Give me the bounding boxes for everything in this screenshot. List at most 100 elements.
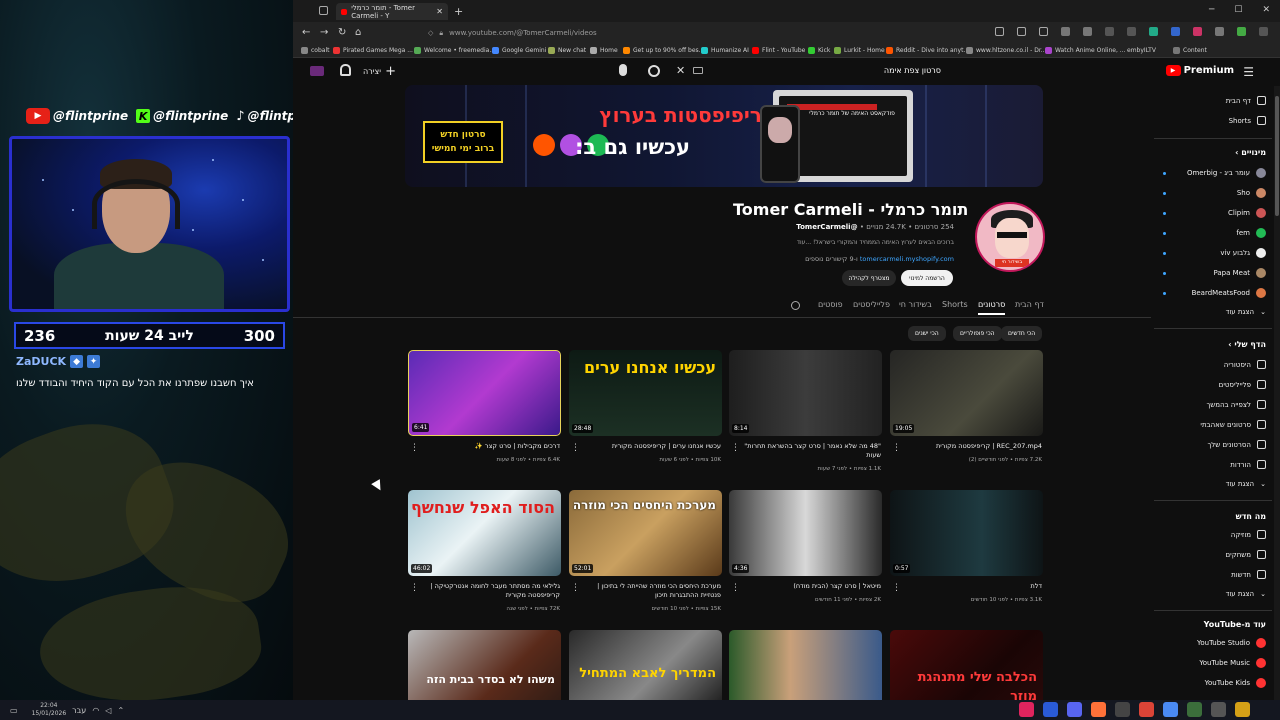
bookmark[interactable]: Watch Anime Online, ... xyxy=(1045,47,1126,54)
video-thumbnail[interactable]: 4:36 xyxy=(729,490,882,576)
home-icon[interactable]: ⌂ xyxy=(355,27,361,38)
you-heading[interactable]: הדף שלי › xyxy=(1228,340,1266,349)
chevron-up-icon[interactable]: ⌃ xyxy=(117,706,124,715)
more-options-icon[interactable]: ⋮ xyxy=(731,443,740,453)
video-card[interactable]: 19:05 ⋮ REC_207.mp4 | קריפיפסטה מקורית 7… xyxy=(890,350,1043,463)
search-input[interactable]: ✕ סרטון צפת אימה xyxy=(671,64,961,80)
tab-playlists[interactable]: פלייליסטים xyxy=(853,300,890,309)
video-title[interactable]: מערכת היחסים הכי מוזרה שהייתה לי בתיכון … xyxy=(581,582,721,600)
video-title[interactable]: עכשיו אנחנו ערים | קריפיפסטה מקורית xyxy=(581,442,721,451)
video-title[interactable]: דרכים מקבילות | סרט קצר ✨ xyxy=(420,442,560,451)
bookmark[interactable]: cobalt xyxy=(301,47,329,54)
clock[interactable]: 22:04 15/01/2026 xyxy=(32,702,67,718)
app-icon[interactable] xyxy=(1043,702,1058,717)
more-options-icon[interactable]: ⋮ xyxy=(892,443,901,453)
tab-shorts[interactable]: Shorts xyxy=(942,300,968,309)
sidebar-sub[interactable]: Sho xyxy=(1237,188,1266,198)
sidebar-item-liked[interactable]: סרטונים שאהבתי xyxy=(1200,420,1266,429)
video-title[interactable]: גלילאי מה מסתתר מעבר לחומה אנטרקטיקה | ק… xyxy=(420,582,560,600)
sidebar-item-home[interactable]: דף הבית xyxy=(1226,96,1266,105)
more-options-icon[interactable]: ⋮ xyxy=(731,583,740,593)
wifi-icon[interactable]: ◠ xyxy=(92,706,99,715)
sidebar-item-music-app[interactable]: YouTube Music xyxy=(1199,658,1266,668)
extension-icon[interactable] xyxy=(1149,27,1158,36)
video-card[interactable]: משהו לא בסדר בבית הזה xyxy=(408,630,561,700)
sidebar-sub[interactable]: גלבוע viv xyxy=(1220,248,1266,258)
sidebar-item-playlists[interactable]: פלייליסטים xyxy=(1219,380,1266,389)
close-icon[interactable]: ✕ xyxy=(436,7,443,16)
show-more-you[interactable]: ⌄ הצגת עוד xyxy=(1226,480,1266,488)
notifications-bell-icon[interactable] xyxy=(340,64,351,76)
menu-hamburger-icon[interactable]: ☰ xyxy=(1243,65,1254,79)
download-icon[interactable] xyxy=(1061,27,1070,36)
app-icon[interactable] xyxy=(1211,702,1226,717)
extension-icon[interactable] xyxy=(1105,27,1114,36)
sidebar-item-your-videos[interactable]: הסרטונים שלך xyxy=(1208,440,1266,449)
sidebar-item-shorts[interactable]: Shorts xyxy=(1229,116,1266,125)
sidebar-item-studio[interactable]: YouTube Studio xyxy=(1197,638,1266,648)
create-button[interactable]: יצירה + xyxy=(363,64,396,79)
sidebar-sub[interactable]: Clipim xyxy=(1228,208,1266,218)
sidebar-item-downloads[interactable]: הורדות xyxy=(1230,460,1266,469)
video-card[interactable]: הכלבה שלי מתנהגת מוזר xyxy=(890,630,1043,700)
search-icon[interactable] xyxy=(648,65,660,77)
bookmark[interactable]: embyILTV xyxy=(1127,47,1156,54)
language-indicator[interactable]: עבר xyxy=(72,706,86,715)
video-thumbnail[interactable]: 19:05 xyxy=(890,350,1043,436)
show-more-subs[interactable]: ⌄ הצגת עוד xyxy=(1226,308,1266,316)
bookmark[interactable]: Humanize AI xyxy=(701,47,749,54)
maximize-icon[interactable]: ☐ xyxy=(1234,5,1242,15)
video-title[interactable]: דלת xyxy=(902,582,1042,591)
video-thumbnail[interactable] xyxy=(729,630,882,700)
app-icon[interactable] xyxy=(1115,702,1130,717)
youtube-logo[interactable]: ▶ Premium xyxy=(1165,65,1234,76)
sidebar-item-news[interactable]: חדשות xyxy=(1231,570,1266,579)
sidebar-item-music[interactable]: מוזיקה xyxy=(1231,530,1266,539)
sidebar-item-history[interactable]: היסטוריה xyxy=(1224,360,1266,369)
browser-tab[interactable]: תומר כרמלי - Tomer Carmeli - Y ✕ xyxy=(336,3,448,20)
bookmark[interactable]: Content xyxy=(1173,47,1207,54)
bookmark-star-icon[interactable] xyxy=(1039,27,1048,36)
tab-home[interactable]: דף הבית xyxy=(1015,300,1044,309)
bookmark[interactable]: Flint - YouTube xyxy=(752,47,805,54)
app-icon[interactable] xyxy=(1019,702,1034,717)
channel-avatar[interactable]: בשידור חי xyxy=(975,202,1045,272)
video-card[interactable]: 8:14 ⋮ "48 מה שלא נאמר | סרט קצר בהשראת … xyxy=(729,350,882,472)
video-title[interactable]: מיטאל | סרט קצר (הבית מודח) xyxy=(741,582,881,591)
video-thumbnail[interactable]: 0:57 xyxy=(890,490,1043,576)
video-thumbnail[interactable]: הכלבה שלי מתנהגת מוזר xyxy=(890,630,1043,700)
sidebar-sub[interactable]: עומר ביג - Omerbig xyxy=(1187,168,1266,178)
forward-icon[interactable]: → xyxy=(320,27,328,38)
video-thumbnail[interactable]: משהו לא בסדר בבית הזה xyxy=(408,630,561,700)
bookmark[interactable]: Reddit - Dive into anyt... xyxy=(886,47,969,54)
sidebar-sub[interactable]: Papa Meat xyxy=(1213,268,1266,278)
translate-icon[interactable] xyxy=(1017,27,1026,36)
video-card[interactable]: 0:57 ⋮ דלת 3.1K צפיות • לפני 10 חודשים xyxy=(890,490,1043,603)
address-bar[interactable]: ◇ 🔒︎ www.youtube.com/@TomerCarmeli/video… xyxy=(428,25,1008,41)
subscribe-button[interactable]: הרשמה למינוי xyxy=(901,270,953,286)
extension-icon[interactable] xyxy=(1171,27,1180,36)
video-card[interactable]: 6:41 ⋮ דרכים מקבילות | סרט קצר ✨ 6.4K צפ… xyxy=(408,350,561,463)
video-thumbnail[interactable]: הסוד האפל שנחשף 46:02 xyxy=(408,490,561,576)
bookmark[interactable]: Lurkit - Home xyxy=(834,47,885,54)
bookmark[interactable]: Get up to 90% off bes... xyxy=(623,47,704,54)
firefox-icon[interactable] xyxy=(1091,702,1106,717)
notification-icon[interactable]: ▭ xyxy=(10,706,18,715)
minimize-icon[interactable]: ─ xyxy=(1209,5,1214,15)
tab-posts[interactable]: פוסטים xyxy=(818,300,843,309)
extension-icon[interactable] xyxy=(1237,27,1246,36)
video-card[interactable] xyxy=(729,630,882,700)
folder-icon[interactable] xyxy=(1235,702,1250,717)
video-thumbnail[interactable]: המדריך לאבא המתחיל xyxy=(569,630,722,700)
extension-icon[interactable] xyxy=(1127,27,1136,36)
more-options-icon[interactable]: ⋮ xyxy=(571,443,580,453)
channel-search-icon[interactable] xyxy=(791,301,800,310)
page-scrollbar[interactable] xyxy=(1274,86,1280,700)
show-more-explore[interactable]: ⌄ הצגת עוד xyxy=(1226,590,1266,598)
back-icon[interactable]: ← xyxy=(302,27,310,38)
video-card[interactable]: 4:36 ⋮ מיטאל | סרט קצר (הבית מודח) 2K צפ… xyxy=(729,490,882,603)
channel-link[interactable]: tomercarmeli.myshopify.com xyxy=(860,255,954,263)
sidebar-item-watch-later[interactable]: לצפייה בהמשך xyxy=(1206,400,1266,409)
reader-icon[interactable] xyxy=(995,27,1004,36)
video-card[interactable]: עכשיו אנחנו ערים 28:48 ⋮ עכשיו אנחנו ערים… xyxy=(569,350,722,463)
